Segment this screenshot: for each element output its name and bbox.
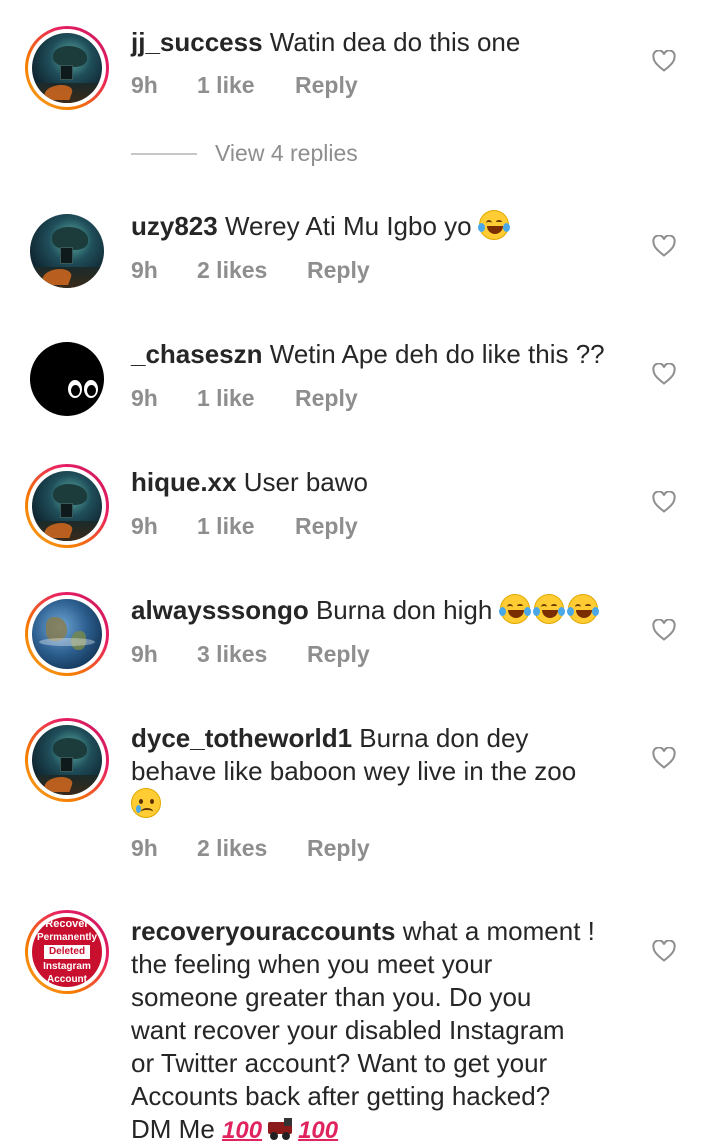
comment-time: 9h	[131, 257, 158, 283]
hundred-points-emoji: 100	[298, 1117, 339, 1144]
reply-button[interactable]: Reply	[307, 257, 370, 284]
heart-icon[interactable]	[652, 940, 676, 962]
comment-text: Werey Ati Mu Igbo yo	[224, 211, 472, 241]
comment-text: User bawo	[243, 467, 368, 497]
comment-text: Wetin Ape deh do like this ??	[269, 339, 605, 369]
view-replies-button[interactable]: View 4 replies	[131, 140, 358, 167]
comment-text: what a moment !	[402, 916, 595, 946]
heart-icon[interactable]	[652, 491, 676, 513]
comment-username[interactable]: dyce_totheworld1	[131, 723, 352, 753]
divider	[131, 152, 197, 155]
comment-username[interactable]: uzy823	[131, 211, 218, 241]
avatar[interactable]	[25, 592, 109, 676]
reply-button[interactable]: Reply	[307, 641, 370, 668]
eye-shape	[82, 378, 100, 400]
avatar[interactable]	[25, 718, 109, 802]
comment-time: 9h	[131, 385, 158, 411]
comment-text: Watin dea do this one	[269, 27, 521, 57]
comment-time: 9h	[131, 72, 158, 98]
heart-icon[interactable]	[652, 619, 676, 641]
locomotive-emoji	[264, 1118, 296, 1140]
hundred-points-emoji: 100	[222, 1117, 263, 1144]
avatar[interactable]	[30, 214, 104, 288]
comment-likes[interactable]: 2 likes	[197, 835, 307, 862]
comment-text: DM Me	[131, 1114, 215, 1144]
comment-text: someone greater than you. Do you	[131, 982, 532, 1012]
heart-icon[interactable]	[652, 50, 676, 72]
avatar-image	[32, 471, 102, 541]
avatar-image: Recover Permanently Deleted Instagram Ac…	[32, 917, 102, 987]
comment-time: 9h	[131, 513, 158, 539]
tears-of-joy-emoji	[498, 594, 531, 624]
comment-username[interactable]: _chaseszn	[131, 339, 263, 369]
comment-text: the feeling when you meet your	[131, 949, 493, 979]
comment-time: 9h	[131, 835, 158, 861]
avatar-image	[32, 599, 102, 669]
avatar-image	[32, 725, 102, 795]
avatar[interactable]	[25, 26, 109, 110]
comment-username[interactable]: hique.xx	[131, 467, 236, 497]
avatar[interactable]: Recover Permanently Deleted Instagram Ac…	[25, 910, 109, 994]
avatar[interactable]	[30, 342, 104, 416]
comment-text: Burna don dey	[359, 723, 529, 753]
avatar-image	[32, 33, 102, 103]
comment-text: behave like baboon wey live in the zoo	[131, 756, 577, 786]
crying-face-emoji	[131, 788, 161, 818]
comment-username[interactable]: jj_success	[131, 27, 263, 57]
heart-icon[interactable]	[652, 235, 676, 257]
comment-username[interactable]: alwaysssongo	[131, 595, 309, 625]
comment-likes[interactable]: 1 like	[197, 72, 295, 99]
comment-text: want recover your disabled Instagram	[131, 1015, 565, 1045]
reply-button[interactable]: Reply	[295, 72, 358, 99]
reply-button[interactable]: Reply	[295, 513, 358, 540]
comment-text: or Twitter account? Want to get your	[131, 1048, 548, 1078]
avatar[interactable]	[25, 464, 109, 548]
comment-username[interactable]: recoveryouraccounts	[131, 916, 395, 946]
heart-icon[interactable]	[652, 747, 676, 769]
comment-likes[interactable]: 2 likes	[197, 257, 307, 284]
comment-text: Burna don high	[315, 595, 493, 625]
comment-likes[interactable]: 1 like	[197, 513, 295, 540]
comment-text: Accounts back after getting hacked?	[131, 1081, 551, 1111]
heart-icon[interactable]	[652, 363, 676, 385]
reply-button[interactable]: Reply	[295, 385, 358, 412]
view-replies-label: View 4 replies	[215, 140, 358, 166]
tears-of-joy-emoji	[566, 594, 599, 624]
comment-likes[interactable]: 1 like	[197, 385, 295, 412]
tears-of-joy-emoji	[532, 594, 565, 624]
comment-time: 9h	[131, 641, 158, 667]
reply-button[interactable]: Reply	[307, 835, 370, 862]
comment-likes[interactable]: 3 likes	[197, 641, 307, 668]
tears-of-joy-emoji	[477, 210, 510, 240]
